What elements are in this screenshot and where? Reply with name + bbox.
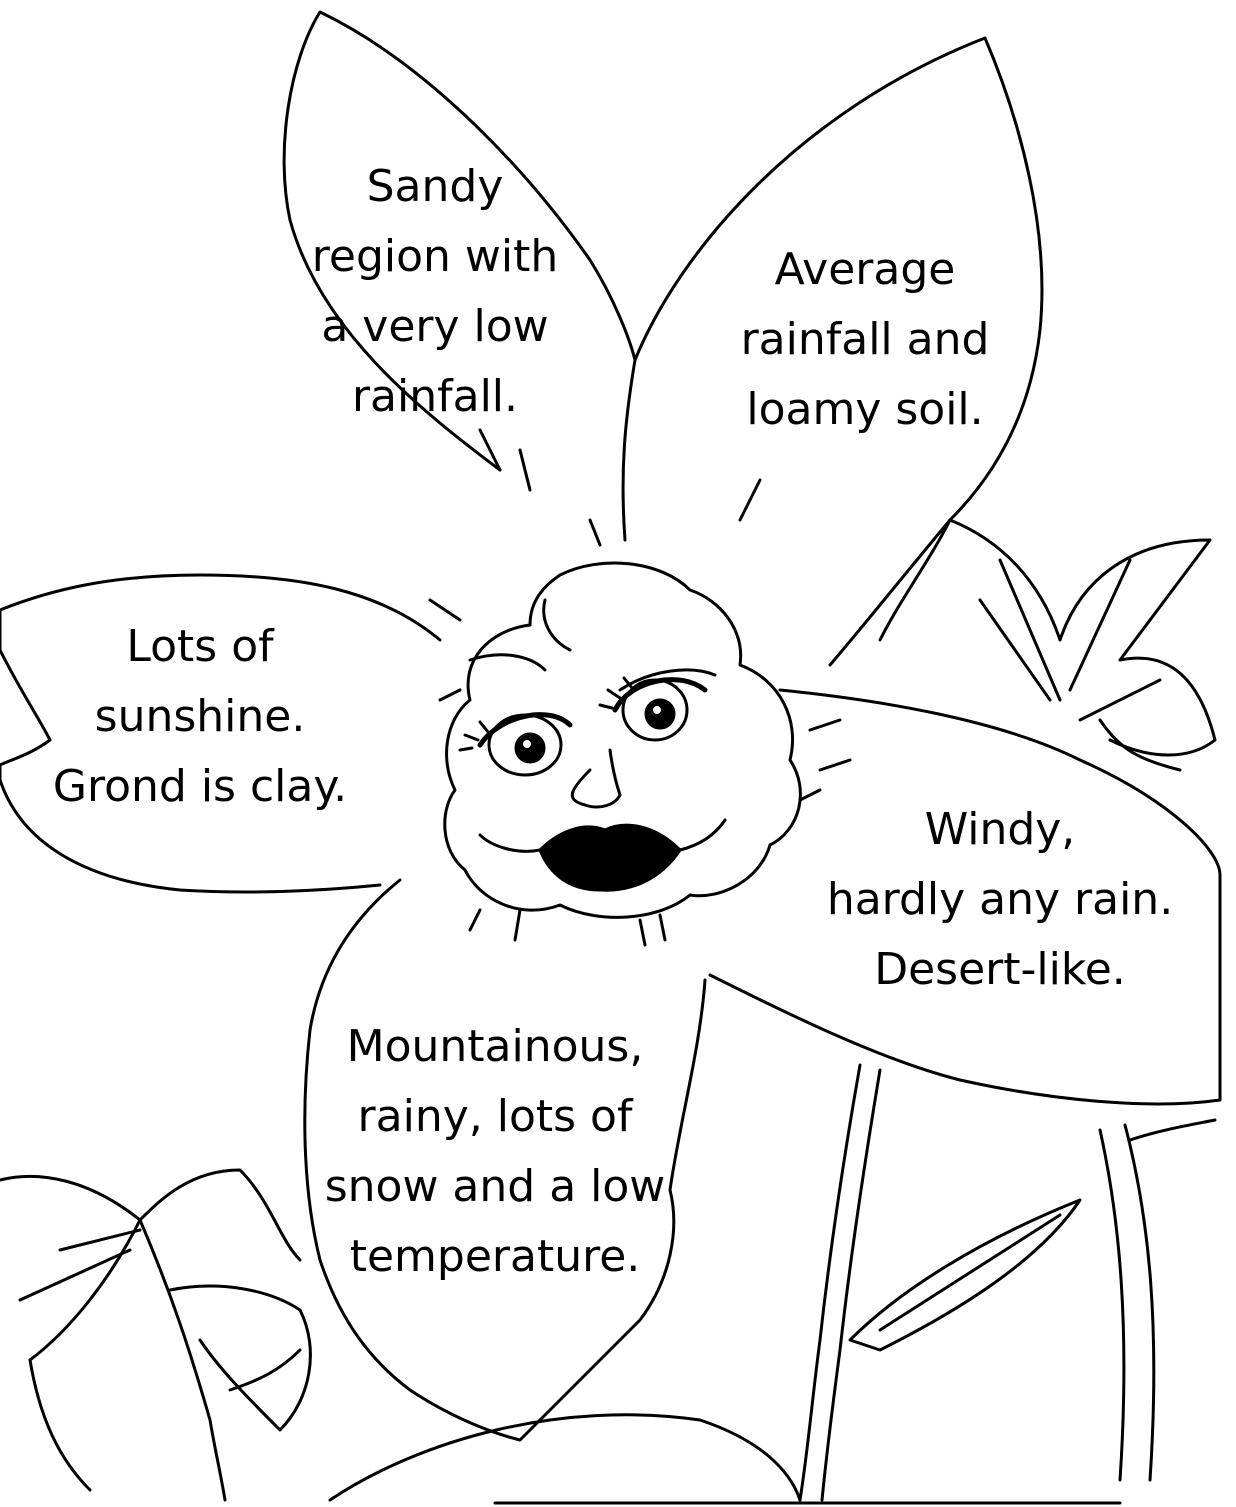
- right-lily-drawing: [878, 518, 1217, 772]
- petal-average-text: Average rainfall and loamy soil.: [740, 244, 990, 435]
- petal-windy-text: Windy, hardly any rain. Desert-like.: [826, 804, 1174, 995]
- petal-sandy-text: Sandy region with a very low rainfall.: [311, 161, 559, 422]
- petal-mountainous-text: Mountainous, rainy, lots of snow and a l…: [324, 1021, 666, 1282]
- left-lily-drawing: [0, 1168, 312, 1502]
- petal-sunshine-text: Lots of sunshine. Grond is clay.: [52, 621, 348, 812]
- bottom-leaf-drawing: [328, 1413, 802, 1502]
- stems-drawing: [798, 1063, 1217, 1502]
- flower-face-drawing: [428, 428, 852, 947]
